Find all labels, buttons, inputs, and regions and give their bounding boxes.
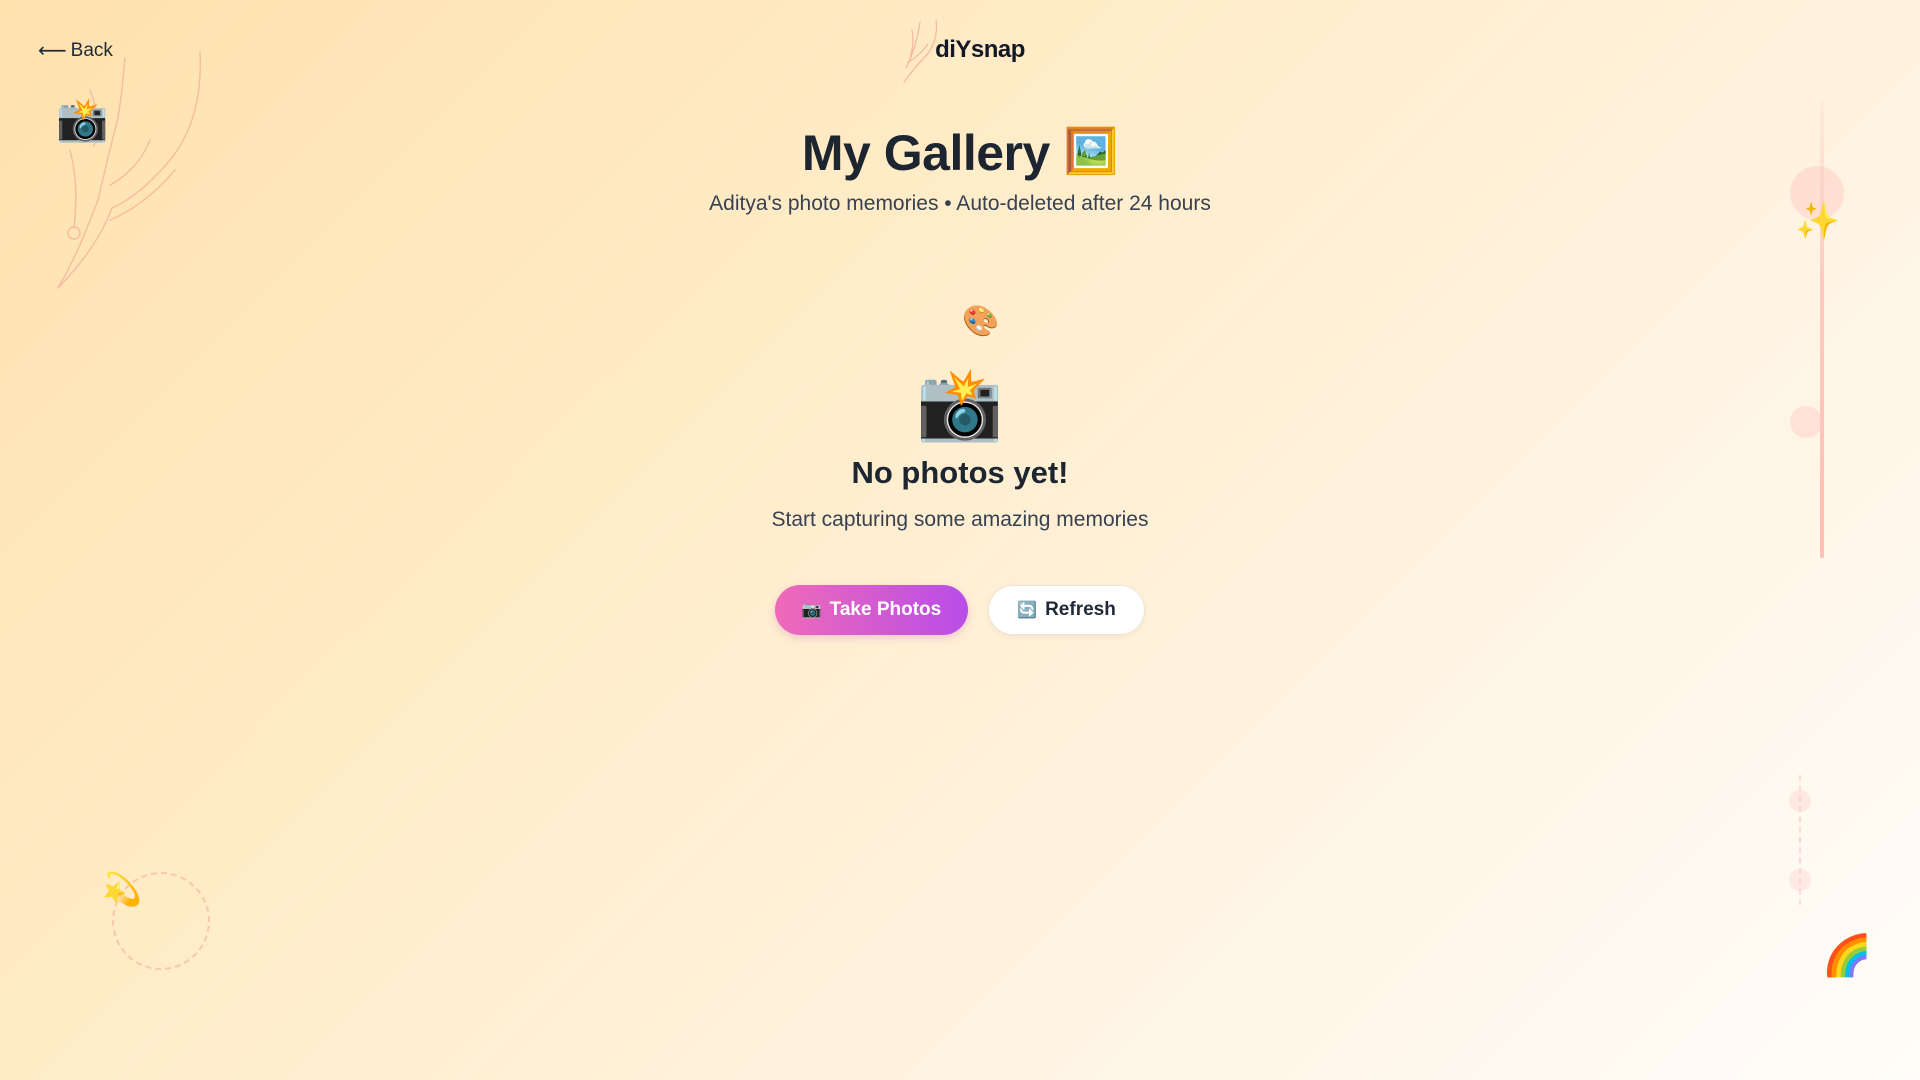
refresh-button[interactable]: 🔄 Refresh [988,585,1145,635]
empty-state-message: Start capturing some amazing memories [771,508,1149,531]
palette-icon: 🎨 [962,305,1000,338]
page-title-text: My Gallery [801,125,1050,181]
refresh-icon: 🔄 [1017,602,1038,619]
empty-state-title: No photos yet! [851,455,1069,490]
refresh-label: Refresh [1045,599,1116,620]
decorative-dot [1789,869,1811,891]
page-subtitle: Aditya's photo memories • Auto-deleted a… [709,192,1211,215]
page-title: My Gallery 🖼️ [0,124,1920,182]
take-photos-label: Take Photos [829,599,942,620]
brand-header: diYsnap [0,36,1920,64]
rainbow-icon: 🌈 [1822,934,1872,978]
take-photos-button[interactable]: 📷 Take Photos [775,585,968,635]
dizzy-icon: 💫 [102,871,142,907]
framed-picture-icon: 🖼️ [1063,127,1119,176]
camera-icon: 📷 [801,602,822,619]
brand-name: diYsnap [935,36,1025,63]
camera-flash-icon: 📸 [916,365,1004,443]
decorative-dot [1789,790,1811,812]
